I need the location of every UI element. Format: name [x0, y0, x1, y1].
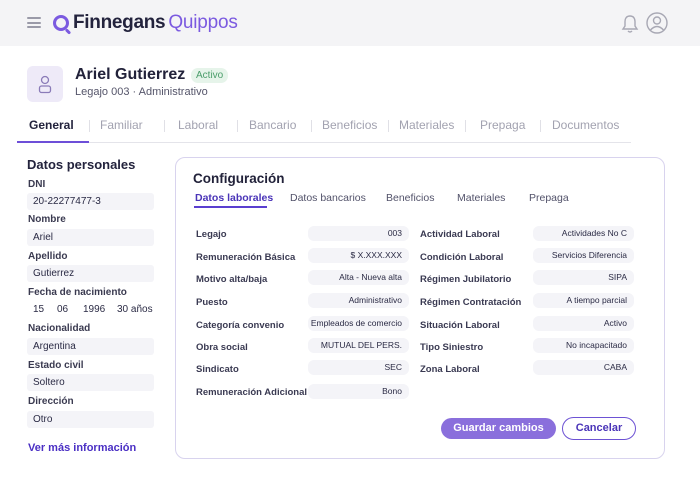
- categoria-convenio-value[interactable]: Empleados de comercio: [308, 316, 409, 331]
- user-account-icon[interactable]: [646, 12, 668, 34]
- remuneracion-basica-label: Remuneración Básica: [196, 252, 296, 263]
- menu-icon[interactable]: [27, 17, 41, 28]
- subtab-materiales[interactable]: Materiales: [457, 192, 505, 204]
- condicion-laboral-label: Condición Laboral: [420, 252, 504, 263]
- regimen-jubilatorio-value[interactable]: SIPA: [533, 270, 634, 285]
- actividad-laboral-label: Actividad Laboral: [420, 229, 500, 240]
- condicion-laboral-value[interactable]: Servicios Diferencia: [533, 248, 634, 263]
- direccion-label: Dirección: [28, 396, 74, 407]
- estado-civil-field[interactable]: Soltero: [27, 374, 154, 391]
- tab-beneficios[interactable]: Beneficios: [322, 118, 377, 132]
- brand-name: Finnegans: [73, 12, 166, 33]
- sindicato-label: Sindicato: [196, 364, 239, 375]
- status-badge: Activo: [191, 68, 229, 83]
- regimen-jubilatorio-label: Régimen Jubilatorio: [420, 274, 512, 285]
- tab-active-indicator: [17, 141, 89, 143]
- tab-documentos[interactable]: Documentos: [552, 118, 619, 132]
- puesto-value[interactable]: Administrativo: [308, 293, 409, 308]
- tab-bancario[interactable]: Bancario: [249, 118, 296, 132]
- employee-name: Ariel Gutierrez: [75, 66, 186, 83]
- tipo-siniestro-value[interactable]: No incapacitado: [533, 338, 634, 353]
- puesto-label: Puesto: [196, 297, 228, 308]
- logo-icon: [53, 15, 69, 31]
- subtab-prepaga[interactable]: Prepaga: [529, 192, 569, 204]
- config-title: Configuración: [193, 171, 285, 186]
- birth-day[interactable]: 15: [33, 301, 44, 318]
- remuneracion-basica-value[interactable]: $ X.XXX.XXX: [308, 248, 409, 263]
- birthdate-label: Fecha de nacimiento: [28, 287, 127, 298]
- logo[interactable]: Finnegans Quippos: [53, 12, 238, 34]
- obra-social-value[interactable]: MUTUAL DEL PERS.: [308, 338, 409, 353]
- subtab-datos-laborales[interactable]: Datos laborales: [195, 192, 273, 204]
- bell-icon[interactable]: [621, 14, 639, 34]
- dni-field[interactable]: 20-22277477-3: [27, 193, 154, 210]
- main-tabs: General Familiar Laboral Bancario Benefi…: [17, 117, 631, 143]
- birthdate-field: 15 06 1996 30 años: [27, 301, 154, 318]
- tab-familiar[interactable]: Familiar: [100, 118, 143, 132]
- regimen-contratacion-value[interactable]: A tiempo parcial: [533, 293, 634, 308]
- tab-prepaga[interactable]: Prepaga: [480, 118, 525, 132]
- categoria-convenio-label: Categoría convenio: [196, 320, 285, 331]
- employee-subline: Legajo 003 · Administrativo: [75, 86, 208, 98]
- subtab-datos-bancarios[interactable]: Datos bancarios: [290, 192, 366, 204]
- nombre-label: Nombre: [28, 214, 66, 225]
- dni-label: DNI: [28, 179, 46, 190]
- remuneracion-adicional-value[interactable]: Bono: [308, 384, 409, 399]
- apellido-field[interactable]: Gutierrez: [27, 265, 154, 282]
- motivo-alta-label: Motivo alta/baja: [196, 274, 268, 285]
- tab-materiales[interactable]: Materiales: [399, 118, 454, 132]
- nacionalidad-field[interactable]: Argentina: [27, 338, 154, 355]
- age-value: 30 años: [117, 304, 153, 315]
- legajo-label: Legajo: [196, 229, 227, 240]
- personal-data-title: Datos personales: [27, 157, 136, 172]
- zona-laboral-label: Zona Laboral: [420, 364, 480, 375]
- tipo-siniestro-label: Tipo Siniestro: [420, 342, 484, 353]
- more-info-link[interactable]: Ver más información: [28, 442, 136, 454]
- nombre-field[interactable]: Ariel: [27, 229, 154, 246]
- nacionalidad-label: Nacionalidad: [28, 323, 91, 334]
- tab-general[interactable]: General: [29, 118, 74, 132]
- subtab-beneficios[interactable]: Beneficios: [386, 192, 434, 204]
- actividad-laboral-value[interactable]: Actividades No C: [533, 226, 634, 241]
- remuneracion-adicional-label: Remuneración Adicional: [196, 387, 308, 398]
- regimen-contratacion-label: Régimen Contratación: [420, 297, 522, 308]
- obra-social-label: Obra social: [196, 342, 248, 353]
- avatar: [27, 66, 63, 102]
- zona-laboral-value[interactable]: CABA: [533, 360, 634, 375]
- situacion-laboral-value[interactable]: Activo: [533, 316, 634, 331]
- sindicato-value[interactable]: SEC: [308, 360, 409, 375]
- top-bar: Finnegans Quippos: [0, 0, 700, 46]
- estado-civil-label: Estado civil: [28, 360, 84, 371]
- tab-laboral[interactable]: Laboral: [178, 118, 218, 132]
- brand-product: Quippos: [168, 12, 238, 33]
- subtab-active-indicator: [194, 206, 267, 208]
- birth-year[interactable]: 1996: [83, 301, 105, 318]
- motivo-alta-value[interactable]: Alta - Nueva alta: [308, 270, 409, 285]
- direccion-field[interactable]: Otro: [27, 411, 154, 428]
- save-button[interactable]: Guardar cambios: [441, 418, 556, 439]
- apellido-label: Apellido: [28, 251, 68, 262]
- situacion-laboral-label: Situación Laboral: [420, 320, 500, 331]
- legajo-value[interactable]: 003: [308, 226, 409, 241]
- birth-month[interactable]: 06: [57, 301, 68, 318]
- person-icon: [38, 75, 52, 94]
- cancel-button[interactable]: Cancelar: [562, 417, 636, 440]
